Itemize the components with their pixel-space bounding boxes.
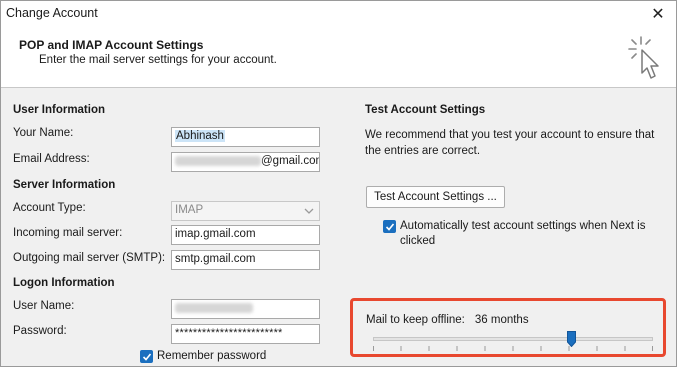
test-account-settings-button[interactable]: Test Account Settings ... [366,186,505,208]
offline-slider-track[interactable] [373,337,653,341]
your-name-label: Your Name: [13,127,74,139]
account-type-label: Account Type: [13,202,86,214]
account-type-value: IMAP [175,204,204,216]
header-title: POP and IMAP Account Settings [19,38,204,52]
user-info-heading: User Information [13,104,106,116]
window-title: Change Account [6,6,98,20]
remember-password-label: Remember password [157,350,267,362]
change-account-dialog: Change Account ✕ POP and IMAP Account Se… [0,0,677,367]
checkmark-icon [142,353,152,361]
server-info-heading: Server Information [13,179,116,191]
user-name-field[interactable] [171,299,320,319]
email-domain-text: @gmail.com [261,155,320,167]
email-address-field[interactable]: @gmail.com [171,152,320,172]
remember-password-checkbox[interactable] [140,350,153,363]
checkmark-icon [385,223,395,231]
offline-label: Mail to keep offline: [366,314,465,326]
user-name-label: User Name: [13,300,75,312]
redacted-user-name [175,302,253,313]
incoming-server-field[interactable]: imap.gmail.com [171,225,320,245]
header-subtitle: Enter the mail server settings for your … [39,54,277,66]
test-settings-description: We recommend that you test your account … [365,129,655,157]
offline-slider-thumb[interactable] [567,331,577,347]
your-name-field[interactable]: Abhinash [171,127,320,147]
email-address-label: Email Address: [13,153,90,165]
cursor-click-icon [628,36,659,79]
offline-slider-ticks [373,346,653,351]
outgoing-server-label: Outgoing mail server (SMTP): [13,252,166,264]
redacted-email-user [175,155,261,166]
outgoing-server-field[interactable]: smtp.gmail.com [171,250,320,270]
logon-info-heading: Logon Information [13,277,115,289]
auto-test-label: Automatically test account settings when… [400,220,646,247]
incoming-server-label: Incoming mail server: [13,227,123,239]
password-label: Password: [13,325,67,337]
offline-setting: Mail to keep offline: 36 months [366,314,529,326]
chevron-down-icon [304,208,314,214]
auto-test-checkbox[interactable] [383,220,396,233]
test-settings-heading: Test Account Settings [365,104,486,116]
password-field[interactable]: ************************ [171,324,320,344]
title-bar: Change Account ✕ [1,1,676,27]
dialog-header: POP and IMAP Account Settings Enter the … [1,27,676,88]
your-name-value: Abhinash [175,130,225,142]
close-button[interactable]: ✕ [640,1,676,27]
account-type-select: IMAP [171,201,320,221]
offline-value: 36 months [474,314,529,326]
